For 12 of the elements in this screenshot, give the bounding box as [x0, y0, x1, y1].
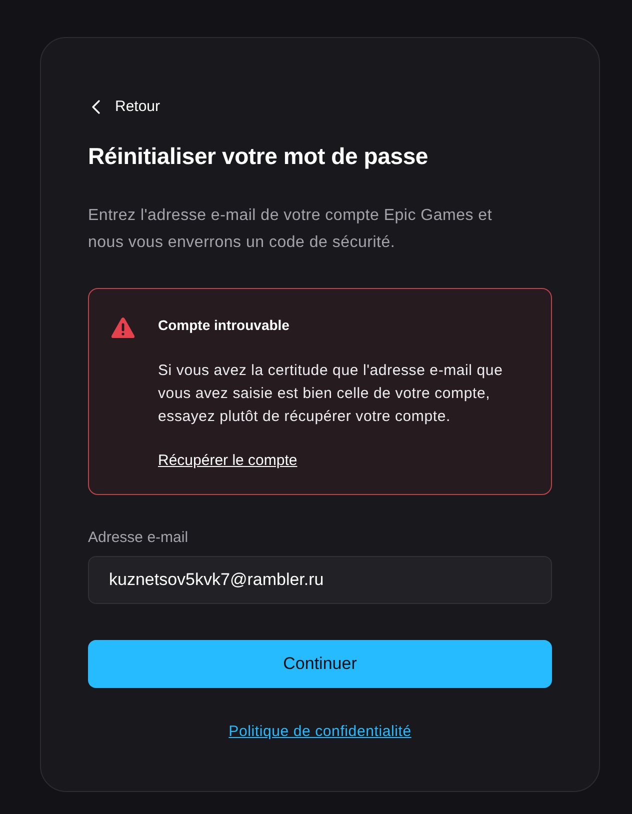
privacy-policy-link[interactable]: Politique de confidentialité: [228, 722, 412, 742]
alert-title: Compte introuvable: [158, 316, 290, 335]
back-link[interactable]: Retour: [87, 97, 160, 117]
recover-account-link[interactable]: Récupérer le compte: [158, 451, 298, 471]
chevron-left-icon: [92, 100, 100, 114]
page-title: Réinitialiser votre mot de passe: [88, 142, 430, 171]
warning-icon: [111, 317, 135, 339]
description-text: Entrez l'adresse e-mail de votre compte Epic Games et nous vous enverrons un code de sécurité.: [88, 206, 494, 253]
continue-button[interactable]: Continuer: [88, 640, 552, 688]
email-field[interactable]: kuznetsov5kvk7@rambler.ru: [88, 556, 552, 604]
email-label: Adresse e-mail: [88, 529, 190, 547]
alert-message: Si vous avez la certitude que l'adresse e-mail que vous avez saisie est bien celle de votre compte, essayez plutôt de récupérer votre compte.: [158, 361, 503, 427]
